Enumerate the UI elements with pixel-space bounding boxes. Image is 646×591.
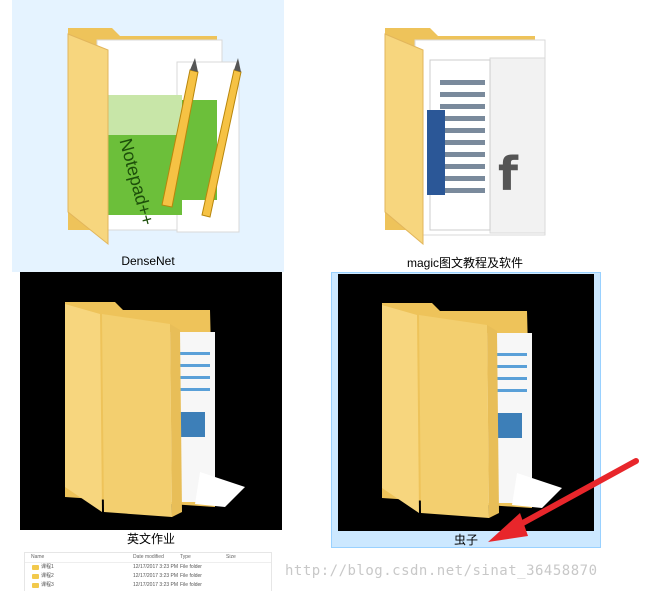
watermark-text: http://blog.csdn.net/sinat_36458870 [285, 563, 598, 579]
folder-icon [32, 574, 39, 579]
folder-icon-open [65, 302, 245, 517]
folder-icon-notepadpp: Notepad++ [67, 28, 242, 246]
row-name: 课程1 [41, 564, 54, 570]
column-size: Size [226, 554, 236, 560]
folder-label-magic: magic图文教程及软件 [406, 256, 523, 270]
folder-icon [32, 565, 39, 570]
table-row: 课程3 12/17/2017 3:23 PM File folder [25, 581, 271, 590]
folder-tile-magic[interactable]: f magic图文教程及软件 [330, 0, 600, 272]
table-row: 课程1 12/17/2017 3:23 PM File folder [25, 563, 271, 572]
folder-label-chongzi: 虫子 [453, 533, 478, 547]
folder-tile-chongzi[interactable]: 虫子 [331, 272, 601, 548]
folder-tile-english-homework[interactable]: 英文作业 [20, 272, 282, 548]
row-type: File folder [180, 564, 202, 570]
row-type: File folder [180, 573, 202, 579]
row-date: 12/17/2017 3:23 PM [133, 564, 179, 570]
row-type: File folder [180, 582, 202, 588]
svg-text:f: f [498, 147, 519, 201]
folder-icon-open [382, 303, 562, 518]
table-row: 课程2 12/17/2017 3:23 PM File folder [25, 572, 271, 581]
folder-icon [32, 583, 39, 588]
file-explorer-large-icons-view: Notepad++ DenseNet f magic图文教程及软件 英文作业 虫… [0, 0, 646, 591]
details-header: Name Date modified Type Size [25, 553, 271, 563]
row-date: 12/17/2017 3:23 PM [133, 582, 179, 588]
embedded-details-view-screenshot: Name Date modified Type Size 课程1 12/17/2… [24, 552, 272, 591]
column-name: Name [31, 554, 45, 560]
folder-tile-densenet[interactable]: Notepad++ DenseNet [12, 0, 284, 272]
row-name: 课程3 [41, 582, 54, 588]
folder-icon-documents: f [384, 28, 546, 246]
row-name: 课程2 [41, 573, 54, 579]
folder-label-english-homework: 英文作业 [126, 532, 175, 546]
column-type: Type [180, 554, 191, 560]
column-date: Date modified [133, 554, 164, 560]
row-date: 12/17/2017 3:23 PM [133, 573, 179, 579]
folder-label-densenet: DenseNet [121, 254, 175, 268]
